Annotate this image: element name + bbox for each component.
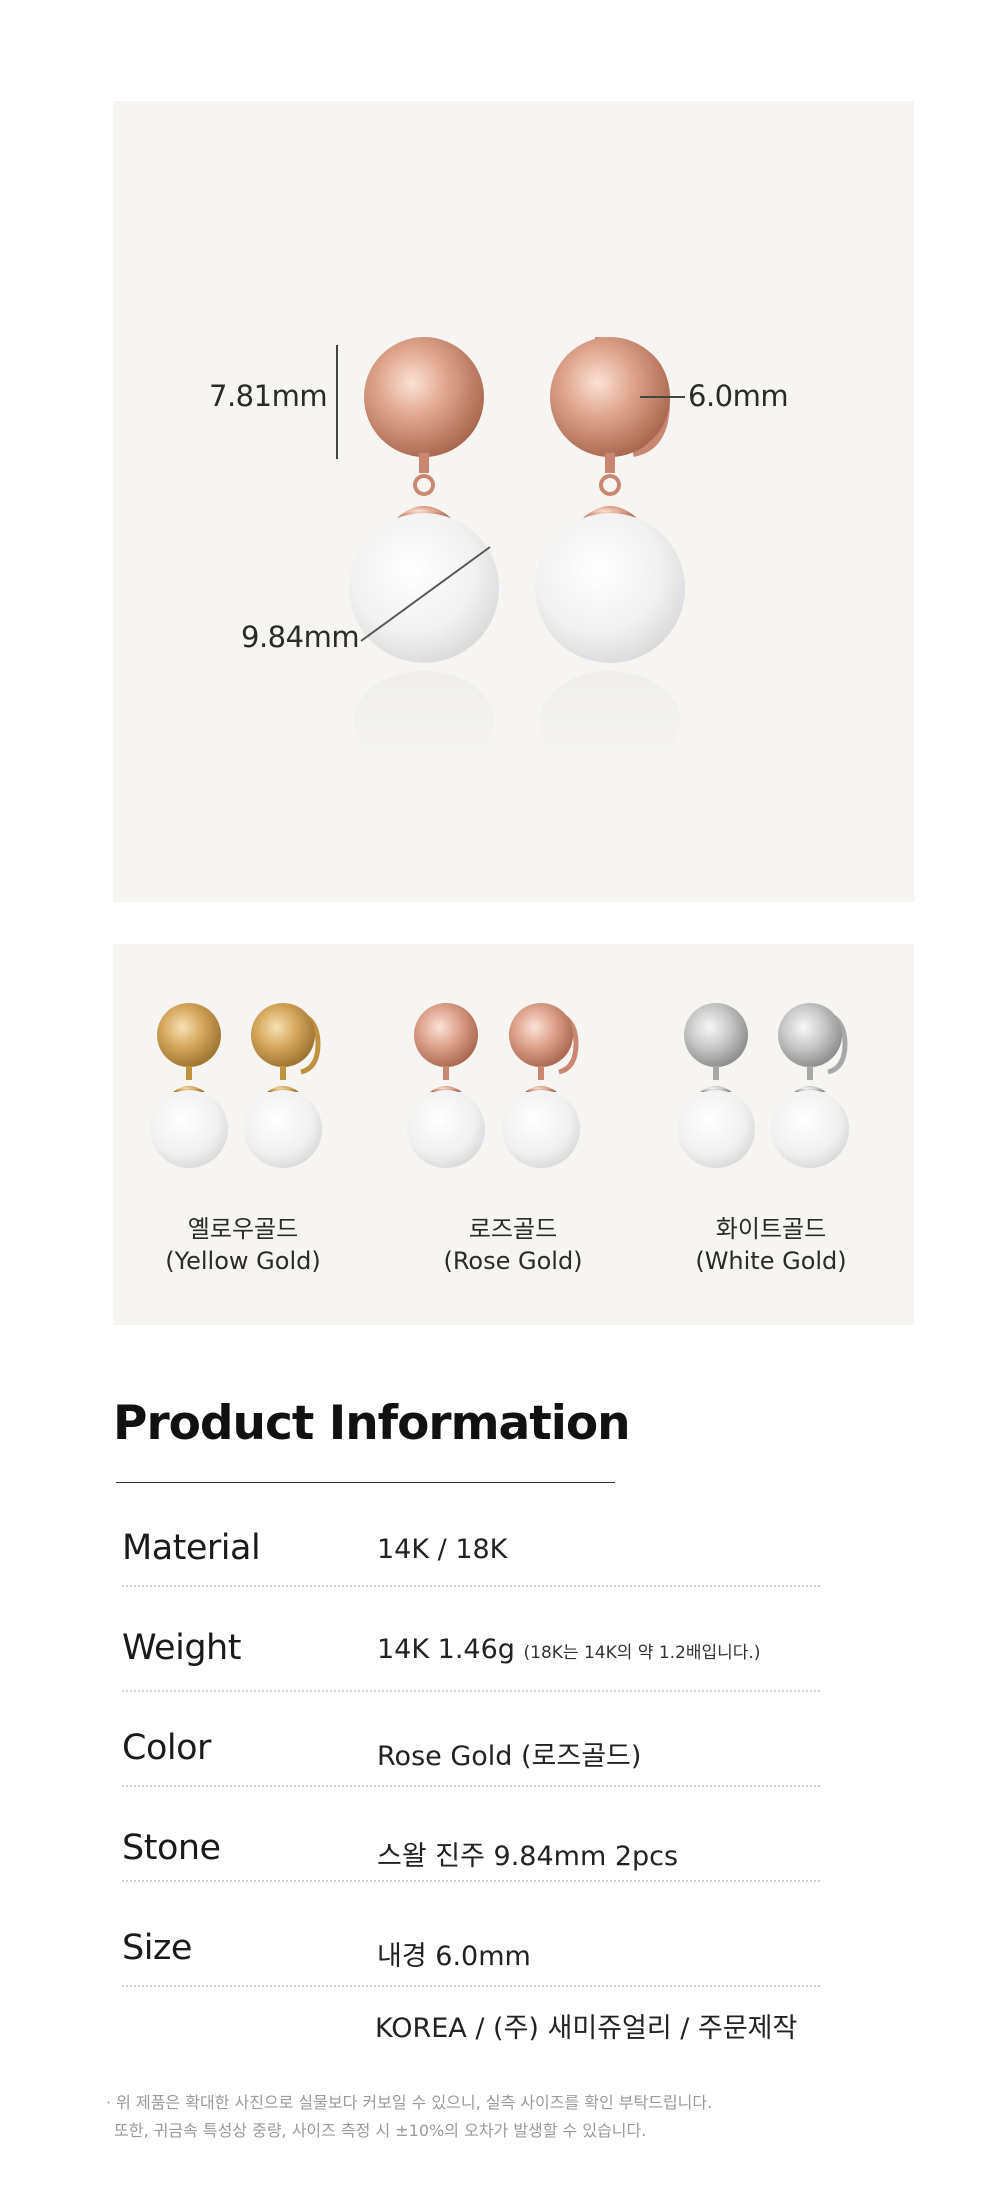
variant-yellow-gold: 옐로우골드 (Yellow Gold) xyxy=(113,944,373,1325)
row-label: Material xyxy=(122,1528,261,1568)
left-earring xyxy=(349,337,499,771)
product-information-title: Product Information xyxy=(113,1396,631,1451)
pearl-dimension-label: 9.84mm xyxy=(241,620,360,654)
origin-manufacturer: KOREA / (주) 새미쥬얼리 / 주문제작 xyxy=(375,2013,798,2044)
row-value: 스왈 진주 9.84mm 2pcs xyxy=(377,1841,679,1872)
variant-name-ko: 옐로우골드 xyxy=(187,1215,299,1243)
variant-rose-gold: 로즈골드 (Rose Gold) xyxy=(383,944,643,1325)
ball-dimension-label: 7.81mm xyxy=(209,379,328,413)
variant-name-ko: 화이트골드 xyxy=(715,1215,827,1243)
yellow-gold-earrings-image xyxy=(150,1003,322,1168)
hero-image: 7.81mm 6.0mm 9.84mm xyxy=(113,101,914,902)
row-divider xyxy=(122,1880,820,1882)
variant-name-en: (White Gold) xyxy=(695,1247,847,1275)
disclaimer-line-2: 또한, 귀금속 특성상 중량, 사이즈 측정 시 ±10%의 오차가 발생할 수… xyxy=(114,2121,647,2140)
row-divider xyxy=(122,1690,820,1692)
row-value: 14K 1.46g xyxy=(377,1634,515,1665)
white-gold-earrings-image xyxy=(677,1003,849,1168)
color-variants-panel: 옐로우골드 (Yellow Gold) 로즈골드 (Rose Gold) 화이트… xyxy=(113,944,914,1325)
row-value: 14K / 18K xyxy=(377,1534,508,1565)
hoop-dimension-label: 6.0mm xyxy=(688,379,789,413)
row-value: 내경 6.0mm xyxy=(377,1941,531,1972)
row-value: Rose Gold (로즈골드) xyxy=(377,1741,642,1772)
variant-white-gold: 화이트골드 (White Gold) xyxy=(641,944,901,1325)
variant-name-ko: 로즈골드 xyxy=(468,1215,558,1243)
rose-gold-earrings-image xyxy=(407,1003,580,1168)
title-underline xyxy=(116,1482,615,1483)
row-label: Weight xyxy=(122,1628,241,1668)
right-earring xyxy=(535,337,685,771)
row-divider xyxy=(122,1585,820,1587)
variant-name-en: (Yellow Gold) xyxy=(165,1247,321,1275)
row-divider xyxy=(122,1985,820,1987)
disclaimer-line-1: · 위 제품은 확대한 사진으로 실물보다 커보일 수 있으니, 실측 사이즈를… xyxy=(106,2093,713,2112)
row-note: (18K는 14K의 약 1.2배입니다.) xyxy=(523,1643,761,1663)
row-divider xyxy=(122,1785,820,1787)
row-label: Color xyxy=(122,1728,211,1768)
variant-name-en: (Rose Gold) xyxy=(443,1247,583,1275)
row-label: Size xyxy=(122,1928,192,1968)
row-value-wrap: 14K 1.46g (18K는 14K의 약 1.2배입니다.) xyxy=(377,1634,760,1665)
earrings-illustration xyxy=(336,337,685,771)
row-label: Stone xyxy=(122,1828,221,1868)
